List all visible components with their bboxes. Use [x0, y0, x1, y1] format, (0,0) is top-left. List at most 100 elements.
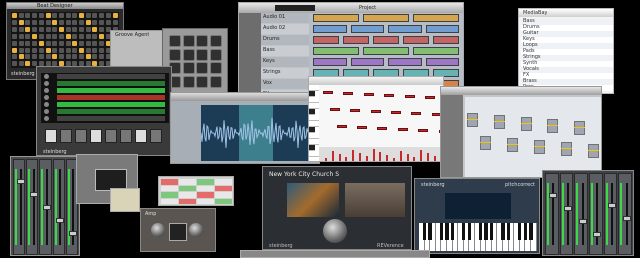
- velocity-bar[interactable]: [352, 150, 355, 161]
- router-cell[interactable]: [197, 192, 214, 198]
- drum-step[interactable]: [72, 33, 78, 39]
- midi-note[interactable]: [350, 109, 361, 112]
- event-part[interactable]: [313, 14, 359, 22]
- piano-key[interactable]: [309, 157, 319, 161]
- velocity-bar[interactable]: [399, 151, 402, 161]
- pitch-segments[interactable]: [465, 97, 601, 177]
- drum-step[interactable]: [12, 33, 17, 39]
- router-grid[interactable]: [161, 179, 233, 205]
- drum-pad[interactable]: [182, 62, 195, 74]
- lane-knob[interactable]: [44, 95, 49, 100]
- router-cell[interactable]: [215, 185, 232, 191]
- black-key[interactable]: [428, 223, 432, 240]
- velocity-bar[interactable]: [433, 156, 436, 161]
- drum-step[interactable]: [12, 26, 17, 32]
- drum-step[interactable]: [32, 26, 38, 32]
- router-cell[interactable]: [161, 179, 178, 185]
- drum-step[interactable]: [45, 47, 51, 53]
- drum-step[interactable]: [58, 13, 64, 18]
- router-cell[interactable]: [179, 185, 196, 191]
- router-cell[interactable]: [197, 179, 214, 185]
- fader-cap[interactable]: [608, 203, 616, 208]
- black-key[interactable]: [462, 223, 466, 240]
- lane[interactable]: [57, 95, 165, 100]
- drum-step[interactable]: [79, 40, 84, 46]
- multiband-window[interactable]: steinberg: [36, 66, 172, 156]
- drum-pad[interactable]: [196, 62, 208, 74]
- drum-step[interactable]: [92, 40, 98, 46]
- velocity-bar[interactable]: [379, 152, 382, 161]
- lane[interactable]: [57, 102, 165, 107]
- variaudio-toolbar[interactable]: [441, 87, 601, 95]
- velocity-bar[interactable]: [325, 158, 327, 161]
- drum-step[interactable]: [58, 19, 64, 25]
- black-key[interactable]: [445, 223, 449, 240]
- drum-step[interactable]: [25, 40, 31, 46]
- black-key[interactable]: [529, 223, 533, 240]
- midi-note[interactable]: [323, 91, 333, 94]
- step-button[interactable]: [150, 129, 162, 143]
- step-buttons[interactable]: [45, 127, 165, 147]
- drum-step[interactable]: [38, 47, 44, 53]
- velocity-bar[interactable]: [372, 149, 375, 161]
- drum-step[interactable]: [52, 26, 58, 32]
- step-button[interactable]: [90, 129, 102, 143]
- black-key[interactable]: [518, 223, 522, 240]
- midi-note[interactable]: [329, 108, 340, 111]
- drum-step[interactable]: [85, 13, 91, 18]
- drum-step[interactable]: [12, 47, 17, 53]
- drum-step[interactable]: [92, 33, 98, 39]
- velocity-bar[interactable]: [386, 155, 389, 161]
- velocity-bar[interactable]: [413, 157, 416, 161]
- piano-keys[interactable]: [309, 85, 319, 161]
- black-key[interactable]: [450, 223, 455, 240]
- router-cell[interactable]: [215, 198, 232, 204]
- event-part[interactable]: [343, 36, 369, 44]
- drum-step[interactable]: [12, 40, 17, 46]
- midi-note[interactable]: [343, 92, 354, 95]
- router-cell[interactable]: [161, 192, 178, 198]
- project-toolbar[interactable]: [239, 3, 463, 13]
- event-part[interactable]: [388, 25, 422, 33]
- lane-knob[interactable]: [44, 88, 49, 93]
- event-part[interactable]: [413, 47, 459, 55]
- amp-knob-left[interactable]: [151, 223, 165, 237]
- drum-step[interactable]: [99, 26, 105, 32]
- drum-grid[interactable]: [11, 12, 119, 68]
- step-button[interactable]: [120, 129, 132, 143]
- key-editor-window[interactable]: [308, 76, 444, 162]
- drum-step[interactable]: [79, 54, 84, 60]
- pitch-segment[interactable]: [480, 136, 492, 150]
- fader-cap[interactable]: [622, 216, 631, 221]
- drum-step[interactable]: [72, 26, 78, 32]
- fader-track[interactable]: [611, 183, 613, 245]
- drum-step[interactable]: [52, 33, 58, 39]
- black-key[interactable]: [422, 223, 427, 240]
- drum-step[interactable]: [112, 13, 118, 18]
- event-part[interactable]: [425, 25, 459, 33]
- drum-step[interactable]: [105, 13, 111, 18]
- drum-step[interactable]: [38, 40, 44, 46]
- media-row[interactable]: Vocals: [521, 66, 613, 73]
- drum-step[interactable]: [32, 47, 38, 53]
- drum-step[interactable]: [65, 54, 71, 60]
- drum-step[interactable]: [85, 26, 91, 32]
- midi-note[interactable]: [397, 128, 408, 131]
- fader-track[interactable]: [567, 183, 569, 245]
- fader-cap[interactable]: [16, 179, 25, 184]
- mixer-strips[interactable]: [545, 173, 633, 255]
- fader-cap[interactable]: [549, 193, 558, 198]
- step-button[interactable]: [75, 129, 87, 143]
- drum-step[interactable]: [38, 26, 44, 32]
- drum-step[interactable]: [99, 33, 105, 39]
- midi-note[interactable]: [411, 112, 422, 115]
- drum-step[interactable]: [65, 19, 71, 25]
- channel-strips[interactable]: [13, 159, 79, 255]
- drum-step[interactable]: [18, 47, 24, 53]
- track-header[interactable]: Strings: [261, 68, 309, 78]
- fader-cap[interactable]: [29, 192, 38, 197]
- drum-pad[interactable]: [209, 35, 222, 47]
- router-cell[interactable]: [179, 179, 196, 185]
- event-part[interactable]: [433, 36, 459, 44]
- drum-step[interactable]: [79, 33, 84, 39]
